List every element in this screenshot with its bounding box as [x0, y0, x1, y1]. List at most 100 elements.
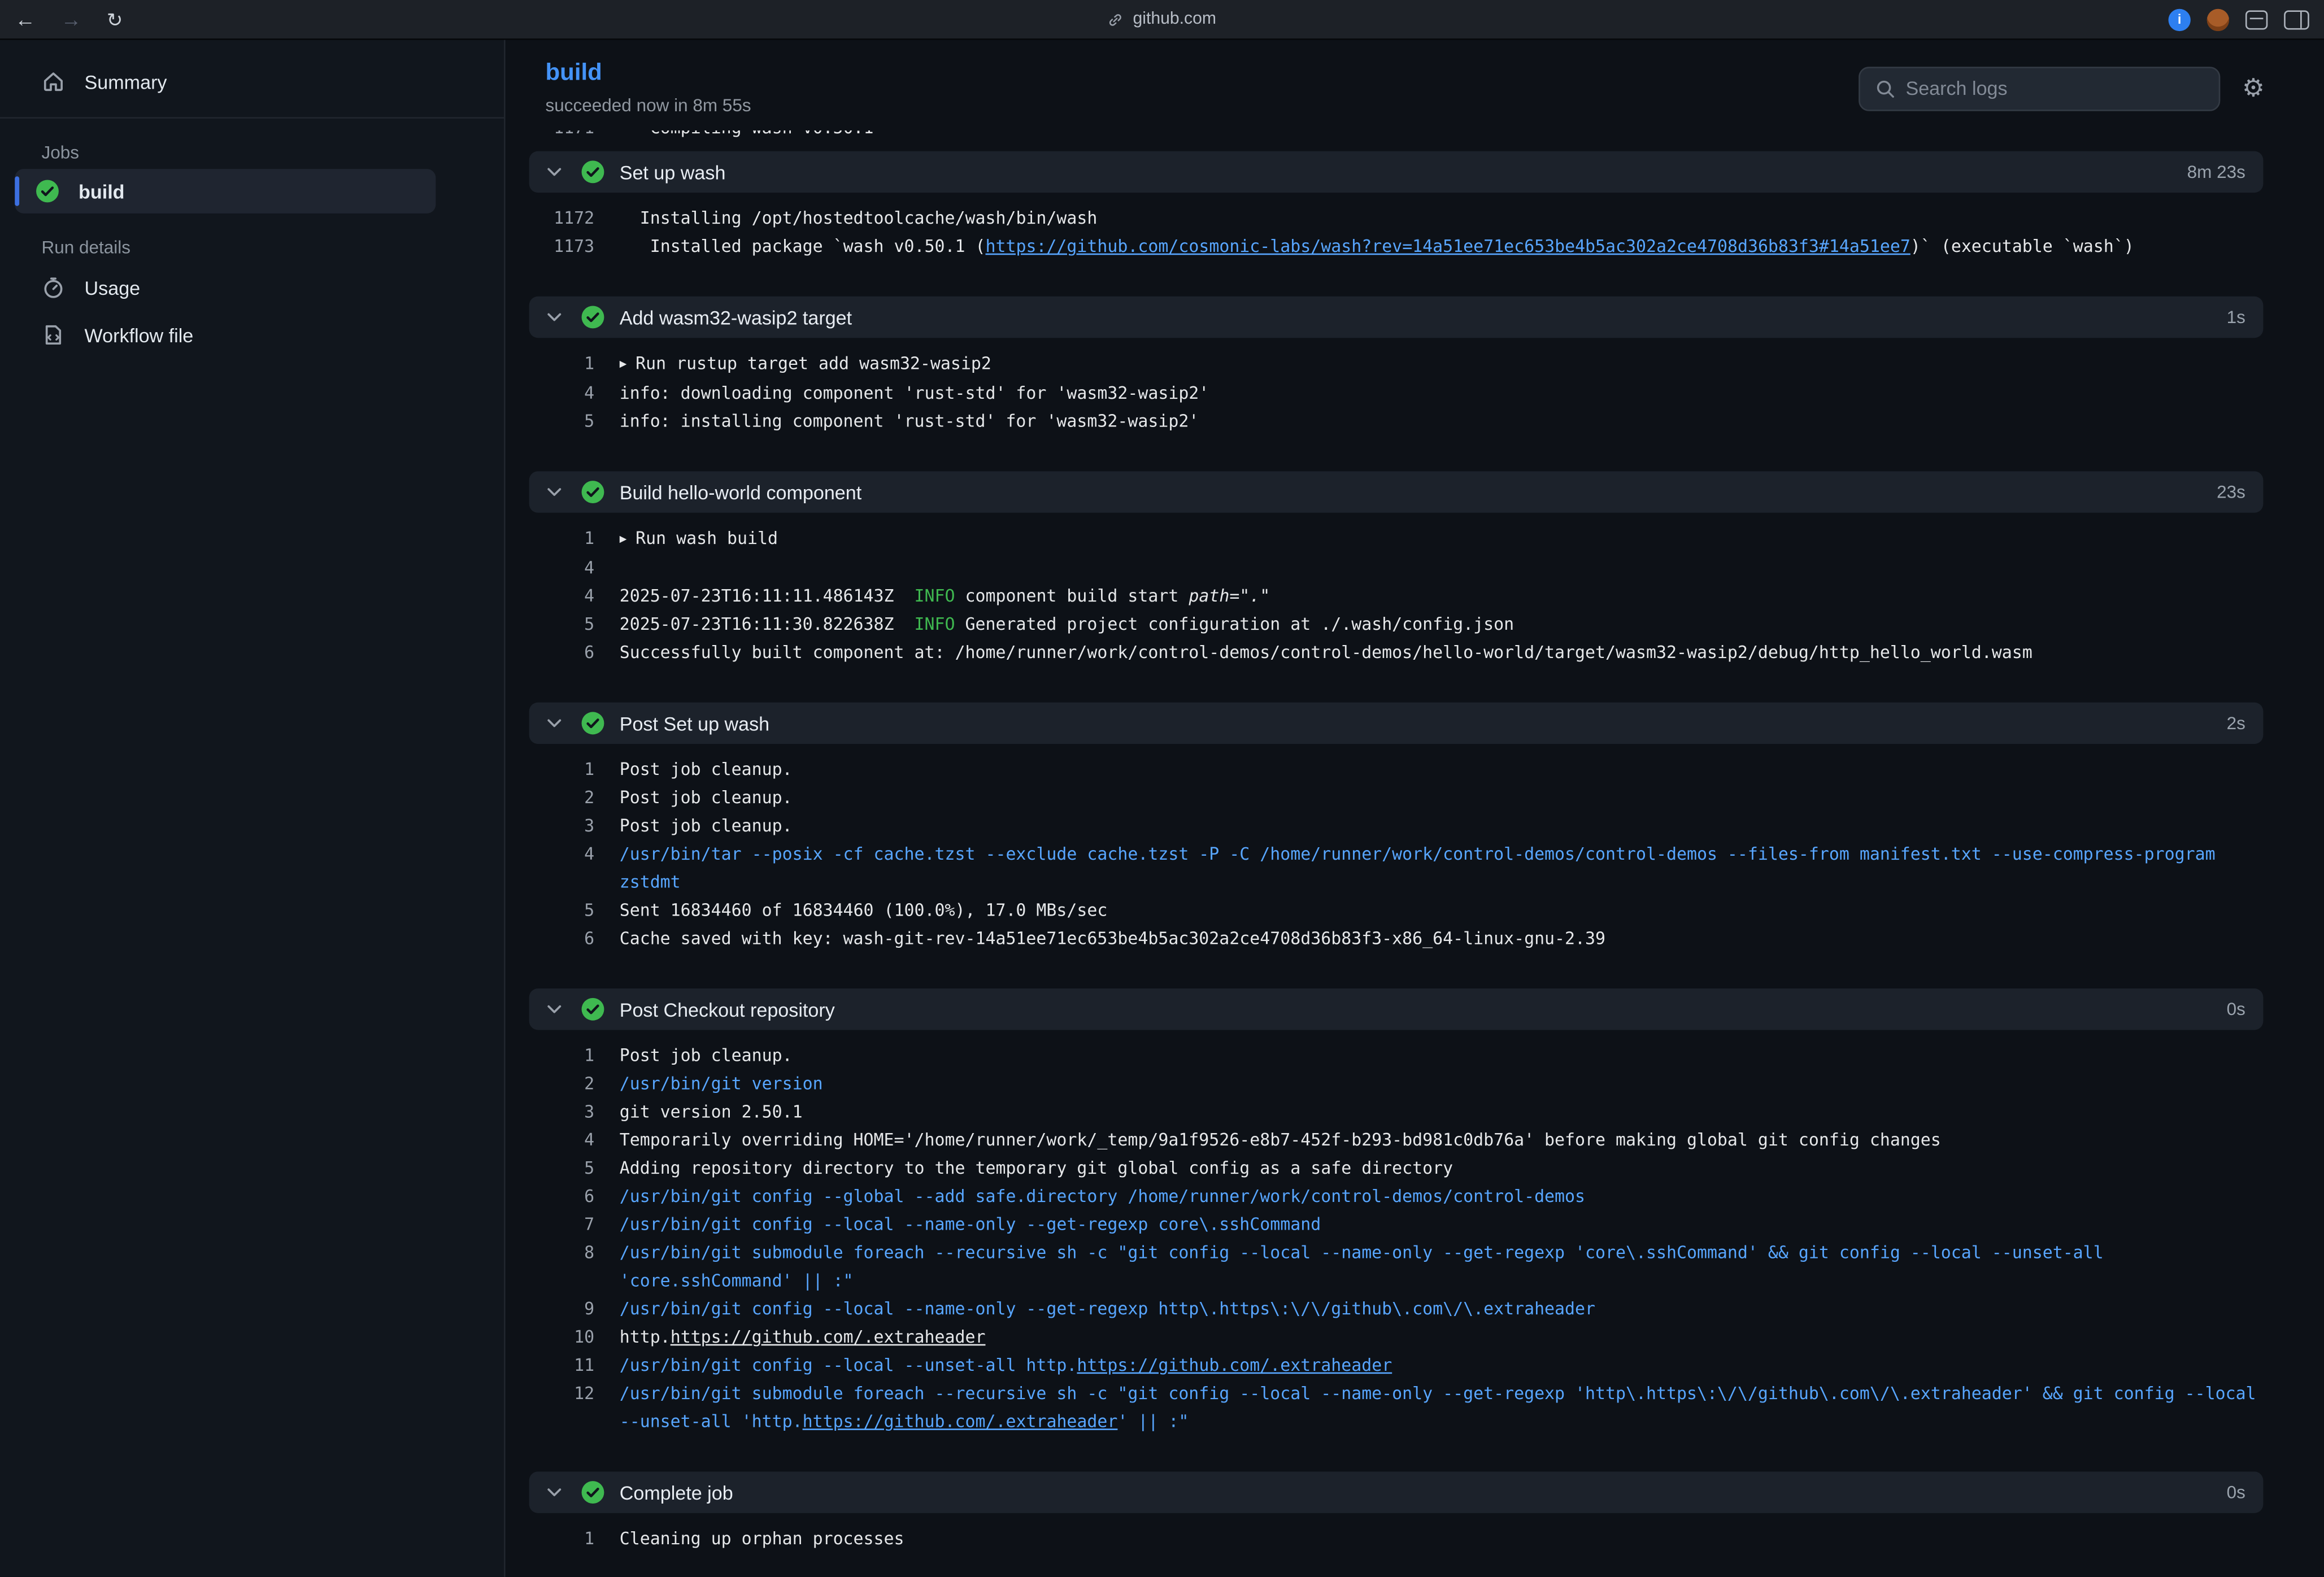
line-number[interactable]: 4: [529, 1126, 594, 1155]
line-number[interactable]: 1172: [529, 204, 594, 233]
line-text: ▶Run wash build: [594, 525, 2263, 554]
log-text-segment: git version 2.50.1: [620, 1101, 803, 1122]
line-number[interactable]: 5: [529, 896, 594, 925]
log-section-header[interactable]: Build hello-world component23s: [529, 471, 2264, 512]
log-link[interactable]: https://github.com/.extraheader: [1077, 1354, 1392, 1375]
line-number[interactable]: 4: [529, 582, 594, 611]
line-number[interactable]: 6: [529, 1183, 594, 1211]
line-number[interactable]: 4: [529, 554, 594, 582]
chevron-down-icon[interactable]: [544, 999, 565, 1020]
address-bar[interactable]: github.com: [1108, 10, 1216, 28]
log-section-complete-job: Complete job0s 1 Cleaning up orphan proces…: [529, 1471, 2264, 1576]
line-number[interactable]: 1171: [529, 130, 594, 142]
line-number[interactable]: 1: [529, 756, 594, 784]
chevron-down-icon[interactable]: [544, 307, 565, 328]
line-number[interactable]: 10: [529, 1323, 594, 1352]
chevron-down-icon[interactable]: [544, 713, 565, 734]
line-text: Post job cleanup.: [594, 756, 2263, 784]
sidebar-item-job-build[interactable]: build: [15, 169, 436, 214]
line-number[interactable]: 1: [529, 525, 594, 554]
expand-command-arrow-icon[interactable]: ▶: [620, 350, 627, 378]
extension-icon-blue[interactable]: i: [2168, 8, 2190, 30]
line-number[interactable]: 11: [529, 1352, 594, 1380]
sidebar-toggle-icon[interactable]: [2284, 10, 2309, 29]
line-number[interactable]: 1: [529, 350, 594, 379]
log-line: 1172 Installing /opt/hostedtoolcache/was…: [529, 204, 2264, 233]
line-number[interactable]: 1: [529, 1042, 594, 1070]
reload-icon[interactable]: ↻: [107, 10, 123, 29]
line-number[interactable]: 7: [529, 1211, 594, 1239]
log-section-header[interactable]: Add wasm32-wasip2 target 1s: [529, 297, 2264, 338]
log-line: 3 git version 2.50.1: [529, 1098, 2264, 1126]
line-number[interactable]: 5: [529, 408, 594, 436]
log-section-build-hello-world-component: Build hello-world component23s 1▶Run wash…: [529, 471, 2264, 694]
section-log-lines: 1Post job cleanup.2/usr/bin/git version3…: [529, 1030, 2264, 1462]
line-number[interactable]: 5: [529, 1155, 594, 1183]
log-viewport: 1171 Compiling wash v0.50.1 Set up wash8…: [506, 130, 2324, 1577]
line-number[interactable]: 3: [529, 1098, 594, 1126]
selected-accent-bar: [15, 176, 19, 206]
line-number[interactable]: 8: [529, 1239, 594, 1295]
line-number[interactable]: 1: [529, 1525, 594, 1553]
section-log-lines: 1172 Installing /opt/hostedtoolcache/was…: [529, 193, 2264, 287]
job-title-link[interactable]: build: [546, 61, 602, 86]
workflow-file-icon: [41, 323, 65, 347]
chevron-down-icon[interactable]: [544, 162, 565, 182]
log-section-header[interactable]: Set up wash8m 23s: [529, 151, 2264, 193]
log-section-header[interactable]: Post Checkout repository0s: [529, 988, 2264, 1030]
line-text: Post job cleanup.: [594, 812, 2263, 840]
chevron-down-icon[interactable]: [544, 1482, 565, 1503]
expand-command-arrow-icon[interactable]: ▶: [620, 525, 627, 553]
section-duration: 1s: [2227, 307, 2245, 328]
line-number[interactable]: 6: [529, 925, 594, 953]
log-link[interactable]: https://github.com/.extraheader: [803, 1411, 1118, 1432]
forward-icon[interactable]: →: [61, 9, 82, 30]
back-icon[interactable]: ←: [15, 9, 36, 30]
log-text-segment: Cache saved with key: wash-git-rev-14a51…: [620, 927, 1605, 948]
log-line: 1 Cleaning up orphan processes: [529, 1525, 2264, 1553]
log-line: 52025-07-23T16:11:30.822638Z INFO Genera…: [529, 611, 2264, 639]
log-text-segment: ' || :": [1117, 1411, 1189, 1432]
line-number[interactable]: 2: [529, 784, 594, 812]
page-content: Summary Jobs build Run details Usage Wor…: [0, 40, 2324, 1577]
sidebar-item-summary[interactable]: Summary: [0, 58, 504, 105]
log-text-segment: /usr/bin/git config --local --unset-all …: [620, 1354, 1077, 1375]
job-header: build succeeded now in 8m 55s ⚙: [506, 40, 2324, 130]
log-link[interactable]: https://github.com/.extraheader: [671, 1326, 986, 1347]
log-section-header[interactable]: Complete job0s: [529, 1471, 2264, 1513]
log-line: 4Temporarily overriding HOME='/home/runn…: [529, 1126, 2264, 1155]
section-duration: 2s: [2227, 713, 2245, 734]
log-text-segment: /usr/bin/git submodule foreach --recursi…: [620, 1242, 2114, 1291]
log-text-segment: Successfully built component at: /home/r…: [620, 642, 2033, 663]
chevron-down-icon[interactable]: [544, 482, 565, 503]
line-number[interactable]: 9: [529, 1295, 594, 1323]
settings-gear-icon[interactable]: ⚙: [2242, 76, 2265, 101]
log-text-segment: INFO: [915, 613, 955, 634]
log-line: 6/usr/bin/git config --global --add safe…: [529, 1183, 2264, 1211]
reader-mode-icon[interactable]: [2245, 10, 2268, 29]
browser-toolbar-icons: i: [1865, 8, 2309, 30]
line-number[interactable]: 1173: [529, 233, 594, 261]
line-number[interactable]: 5: [529, 611, 594, 639]
search-logs-input[interactable]: [1905, 77, 2203, 99]
extension-icon-orange[interactable]: [2207, 8, 2229, 30]
log-section-header[interactable]: Post Set up wash2s: [529, 703, 2264, 744]
line-number[interactable]: 2: [529, 1070, 594, 1098]
search-logs-box[interactable]: [1858, 66, 2219, 111]
run-details-section-label: Run details: [0, 237, 504, 258]
section-title: Build hello-world component: [620, 481, 861, 503]
line-number[interactable]: 4: [529, 380, 594, 408]
log-link[interactable]: https://github.com/cosmonic-labs/wash?re…: [985, 236, 1910, 256]
line-number[interactable]: 3: [529, 812, 594, 840]
line-number[interactable]: 12: [529, 1380, 594, 1436]
sidebar-item-usage[interactable]: Usage: [0, 264, 504, 311]
sidebar-item-label: Usage: [85, 276, 141, 298]
log-section-set-up-wash: Set up wash8m 23s 1172 Installing /opt/ho…: [529, 151, 2264, 287]
section-title: Add wasm32-wasip2 target: [620, 306, 852, 328]
section-log-lines: 1 Cleaning up orphan processes: [529, 1513, 2264, 1577]
log-text-segment: Installing /opt/hostedtoolcache/wash/bin…: [620, 207, 1098, 228]
sidebar-item-workflow-file[interactable]: Workflow file: [0, 311, 504, 359]
line-number[interactable]: 6: [529, 639, 594, 667]
log-text-segment: Cleaning up orphan processes: [620, 1528, 904, 1549]
line-number[interactable]: 4: [529, 840, 594, 897]
